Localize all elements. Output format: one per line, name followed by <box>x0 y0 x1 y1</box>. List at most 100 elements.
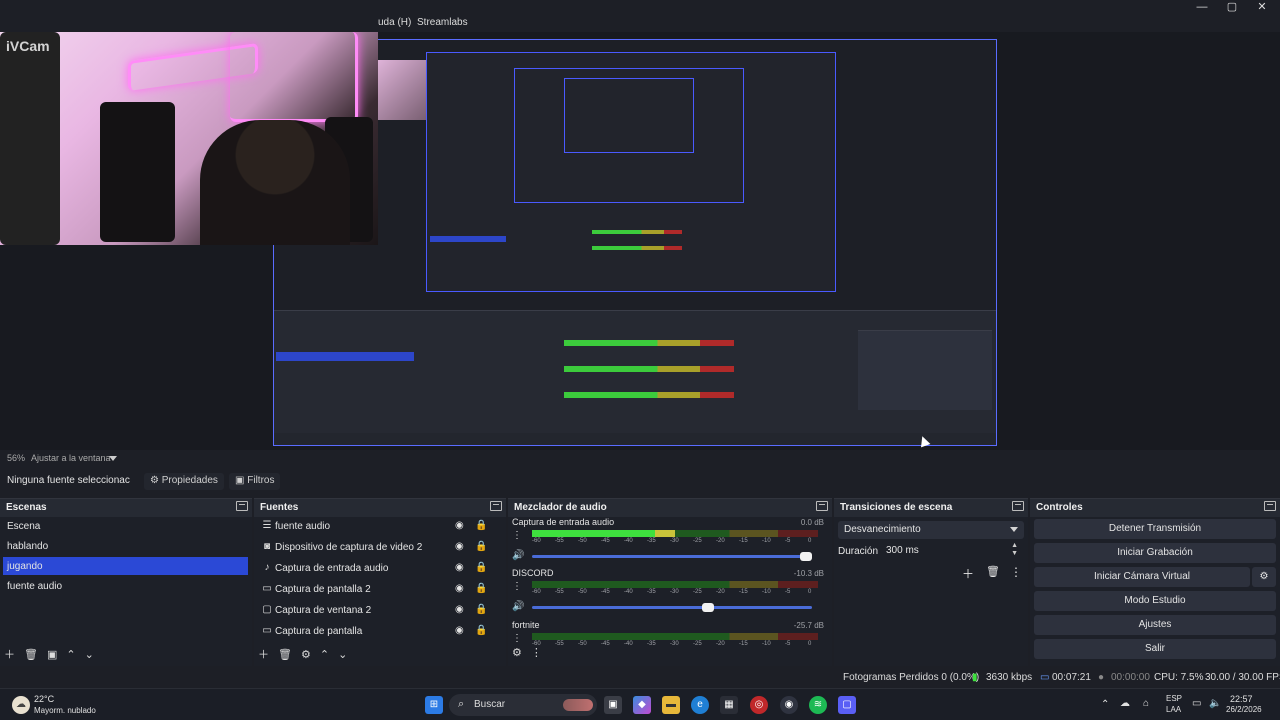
dock-float-icon[interactable] <box>236 501 248 511</box>
visibility-eye-icon[interactable]: ◉ <box>455 541 464 552</box>
trash-icon[interactable]: 🗑 <box>278 648 292 661</box>
arrow-up-icon[interactable]: ⌃ <box>320 648 329 661</box>
edge-icon[interactable]: e <box>691 696 709 714</box>
speaker-icon[interactable]: 🔊 <box>512 601 524 612</box>
weather-icon[interactable]: ☁ <box>12 696 30 714</box>
menu-streamlabs[interactable]: Streamlabs <box>417 17 468 28</box>
lock-icon[interactable]: 🔒 <box>475 520 487 531</box>
minimize-icon[interactable]: — <box>1186 0 1218 14</box>
arrow-up-icon[interactable]: ⌃ <box>66 648 75 661</box>
chevron-up-icon[interactable]: ⌃ <box>1101 699 1109 710</box>
taskbar-search[interactable]: ⌕ Buscar <box>449 694 597 716</box>
virtual-camera-button[interactable]: Iniciar Cámara Virtual <box>1034 567 1250 587</box>
scenes-title: Escenas <box>6 502 47 513</box>
meter-tick-label: -35 <box>647 538 656 544</box>
preview-canvas[interactable]: iVCam <box>0 32 1280 450</box>
trash-icon[interactable]: 🗑 <box>24 648 38 661</box>
arrow-down-icon[interactable]: ⌄ <box>85 648 94 661</box>
more-vertical-icon[interactable]: ⋮ <box>1010 565 1022 579</box>
clock-date[interactable]: 26/2/2026 <box>1226 705 1262 714</box>
streamlabs-icon[interactable]: ▢ <box>838 696 856 714</box>
stop-streaming-button[interactable]: Detener Transmisión <box>1034 519 1276 539</box>
visibility-eye-icon[interactable]: ◉ <box>455 520 464 531</box>
maximize-icon[interactable]: ▢ <box>1216 0 1248 14</box>
more-vertical-icon[interactable]: ⋮ <box>531 646 542 659</box>
dock-float-icon[interactable] <box>490 501 502 511</box>
duration-input[interactable]: 300 ms ▲ ▼ <box>880 542 1024 560</box>
scene-item[interactable]: Escena <box>3 517 248 535</box>
cloud-icon[interactable]: ☁ <box>1120 698 1130 709</box>
windows-start-icon[interactable]: ⊞ <box>425 696 443 714</box>
visibility-eye-icon[interactable]: ◉ <box>455 604 464 615</box>
network-icon[interactable]: ⌂ <box>1143 698 1149 709</box>
lock-icon[interactable]: 🔒 <box>475 562 487 573</box>
volume-icon[interactable]: 🔈 <box>1209 698 1221 709</box>
source-row[interactable]: ♪ Captura de entrada audio ◉ 🔒 <box>257 559 499 578</box>
clock-time[interactable]: 22:57 <box>1230 694 1253 704</box>
studio-mode-button[interactable]: Modo Estudio <box>1034 591 1276 611</box>
scene-item[interactable]: hablando <box>3 537 248 555</box>
visibility-eye-icon[interactable]: ◉ <box>455 625 464 636</box>
store-icon[interactable]: ▦ <box>720 696 738 714</box>
more-vertical-icon[interactable]: ⋮ <box>512 633 522 644</box>
dock-float-icon[interactable] <box>1264 501 1276 511</box>
lock-icon[interactable]: 🔒 <box>475 583 487 594</box>
menu-help[interactable]: uda (H) <box>378 17 411 28</box>
filters-button[interactable]: ▣ Filtros <box>229 473 281 490</box>
lock-icon[interactable]: 🔒 <box>475 541 487 552</box>
add-icon[interactable]: ＋ <box>962 565 974 582</box>
lock-icon[interactable]: 🔒 <box>475 625 487 636</box>
start-recording-button[interactable]: Iniciar Grabación <box>1034 543 1276 563</box>
source-row[interactable]: ◙ Dispositivo de captura de video 2 ◉ 🔒 <box>257 538 499 557</box>
cpu-usage: CPU: 7.5% <box>1154 672 1204 683</box>
trash-icon[interactable]: 🗑 <box>986 565 1000 578</box>
language-bottom[interactable]: LAA <box>1166 705 1181 714</box>
meter-tick-label: -20 <box>716 589 725 595</box>
more-vertical-icon[interactable]: ⋮ <box>512 530 522 541</box>
meter-tick-label: 0 <box>808 641 812 647</box>
source-row[interactable]: ▢ Captura de ventana 2 ◉ 🔒 <box>257 601 499 620</box>
source-row[interactable]: ▭ Captura de pantalla 2 ◉ 🔒 <box>257 580 499 599</box>
dock-float-icon[interactable] <box>1012 501 1024 511</box>
visibility-eye-icon[interactable]: ◉ <box>455 583 464 594</box>
visibility-eye-icon[interactable]: ◉ <box>455 562 464 573</box>
spotify-icon[interactable]: ≋ <box>809 696 827 714</box>
copilot-icon[interactable]: ◆ <box>633 696 651 714</box>
scene-item-selected[interactable]: jugando <box>3 557 248 575</box>
more-vertical-icon[interactable]: ⋮ <box>512 581 522 592</box>
dock-float-icon[interactable] <box>816 501 828 511</box>
add-icon[interactable]: ＋ <box>258 646 269 662</box>
speaker-icon[interactable]: 🔊 <box>512 550 524 561</box>
display-icon[interactable]: ▭ <box>1192 698 1201 709</box>
settings-button[interactable]: Ajustes <box>1034 615 1276 635</box>
scene-item[interactable]: fuente audio <box>3 577 248 595</box>
lock-icon[interactable]: 🔒 <box>475 604 487 615</box>
properties-button[interactable]: ⚙ Propiedades <box>144 473 224 490</box>
source-row[interactable]: ▭ Captura de pantalla ◉ 🔒 <box>257 622 499 641</box>
transition-select[interactable]: Desvanecimiento <box>838 521 1024 539</box>
task-view-icon[interactable]: ▣ <box>604 696 622 714</box>
language-top[interactable]: ESP <box>1166 694 1182 703</box>
list-icon: ☰ <box>262 520 272 531</box>
close-icon[interactable]: ✕ <box>1246 0 1278 14</box>
obs-icon[interactable]: ◉ <box>780 696 798 714</box>
meter-tick-label: -55 <box>555 641 564 647</box>
file-explorer-icon[interactable]: ▬ <box>662 696 680 714</box>
app-red-icon[interactable]: ◎ <box>750 696 768 714</box>
volume-slider[interactable] <box>532 552 812 561</box>
camera-icon: ◙ <box>263 541 271 552</box>
meter-tick-label: -30 <box>670 589 679 595</box>
exit-button[interactable]: Salir <box>1034 639 1276 659</box>
virtual-camera-settings-gear-icon[interactable]: ⚙ <box>1252 567 1276 587</box>
source-row[interactable]: ☰ fuente audio ◉ 🔒 <box>257 517 499 536</box>
gear-icon[interactable]: ⚙ <box>512 646 522 659</box>
chevron-down-icon[interactable] <box>109 456 117 461</box>
spinner-icon[interactable]: ▲ ▼ <box>1011 542 1018 558</box>
arrow-down-icon[interactable]: ⌄ <box>338 648 347 661</box>
volume-slider[interactable] <box>532 603 812 612</box>
transitions-title: Transiciones de escena <box>840 502 953 513</box>
filter-icon[interactable]: ▣ <box>47 648 57 661</box>
gear-icon[interactable]: ⚙ <box>301 648 311 661</box>
add-icon[interactable]: ＋ <box>4 646 15 662</box>
fit-window-select[interactable]: Ajustar a la ventana <box>31 453 111 463</box>
